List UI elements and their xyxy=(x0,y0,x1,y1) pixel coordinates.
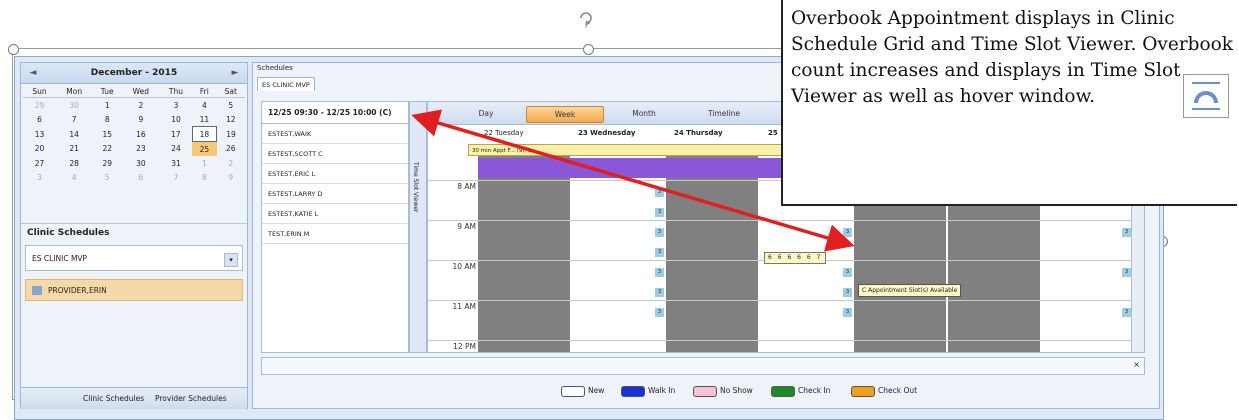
callout-textbox: Overbook Appointment displays in Clinic … xyxy=(781,0,1237,206)
layout-options-icon[interactable] xyxy=(1183,74,1229,118)
